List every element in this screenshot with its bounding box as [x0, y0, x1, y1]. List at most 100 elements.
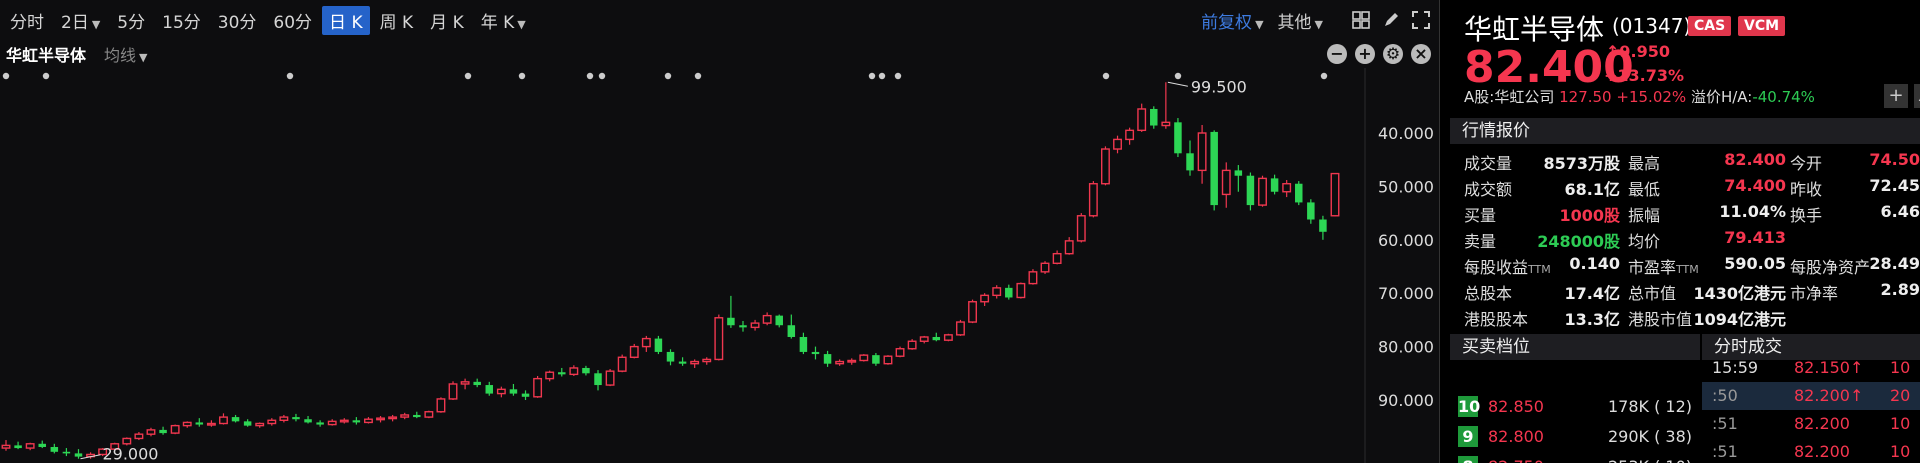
stats-row: 总股本 17.4亿 总市值 1430亿港元 市净率 2.89	[1450, 280, 1920, 306]
candle-body	[1174, 122, 1182, 154]
y-tick-label: 50.000	[1378, 177, 1434, 196]
period-tab-2[interactable]: 5分	[110, 6, 152, 35]
period-tab-1[interactable]: 2日 ▼	[54, 6, 107, 35]
stat-value: 79.413	[1724, 228, 1786, 247]
a-share-pct: +15.02%	[1616, 88, 1687, 106]
event-marker[interactable]	[1102, 72, 1110, 80]
event-marker[interactable]	[518, 72, 526, 80]
ma-label: 均线	[104, 46, 137, 65]
candle-body	[316, 422, 324, 425]
tick-row[interactable]: :51 82.200 10	[1702, 438, 1920, 463]
candle-body	[1125, 129, 1135, 141]
a-share-price: 127.50	[1559, 88, 1612, 106]
event-marker[interactable]	[2, 72, 10, 80]
event-marker[interactable]	[1320, 72, 1328, 80]
draw-pen-icon[interactable]	[1381, 10, 1401, 30]
a-share-label: A股:华虹公司	[1464, 88, 1555, 106]
candle-body	[38, 443, 46, 447]
candle-body	[1210, 131, 1218, 206]
candle-body	[811, 351, 820, 355]
event-marker[interactable]	[878, 72, 886, 80]
stat-label: 成交量	[1464, 150, 1512, 174]
tick-price: 82.200	[1794, 414, 1850, 433]
stat-label: 振幅	[1628, 202, 1660, 226]
tick-volume: 20	[1890, 386, 1911, 405]
period-tab-5[interactable]: 60分	[266, 6, 319, 35]
candle-body	[413, 414, 421, 418]
candle-body	[255, 422, 265, 427]
event-marker[interactable]	[286, 72, 294, 80]
period-tab-9[interactable]: 年 K ▼	[474, 6, 533, 35]
stat-label-text: 港股股本	[1464, 310, 1529, 329]
stat-value: 1094亿港元	[1693, 310, 1786, 329]
other-dropdown[interactable]: 其他 ▼	[1278, 8, 1323, 33]
candle-body	[1319, 219, 1327, 232]
event-marker[interactable]	[694, 72, 702, 80]
stat-value: 74.50	[1869, 150, 1920, 169]
period-tab-4[interactable]: 30分	[211, 6, 264, 35]
stat-value: 17.4亿	[1564, 284, 1620, 303]
bid-row[interactable]: 10 82.850 178K ( 12)	[1450, 392, 1700, 422]
period-tab-3[interactable]: 15分	[155, 6, 208, 35]
stats-row: 成交额 68.1亿 最低 74.400 昨收 72.45	[1450, 176, 1920, 202]
candle-body	[1052, 252, 1062, 264]
close-icon[interactable]: ×	[1411, 44, 1431, 64]
candle-body	[739, 325, 747, 328]
kline-chart[interactable]: 90.000 80.000 70.000 60.000 50.000 40.000 99.5…	[0, 68, 1440, 463]
event-marker[interactable]	[586, 72, 594, 80]
stat-label-text: 最高	[1628, 154, 1661, 173]
bid-volume: 253K ( 10)	[1574, 457, 1692, 463]
event-marker[interactable]	[42, 72, 50, 80]
tick-price: 82.200↑	[1794, 386, 1864, 405]
zoom-in-icon[interactable]: +	[1355, 44, 1375, 64]
candle-body	[907, 340, 917, 350]
candle-body	[835, 360, 845, 365]
candle-body	[485, 385, 494, 394]
candle-body	[762, 314, 772, 324]
add-watchlist-button[interactable]: +	[1884, 84, 1908, 108]
candle-body	[847, 359, 857, 363]
chevron-down-icon: ▼	[1314, 17, 1323, 31]
bid-level: 9	[1458, 426, 1478, 447]
period-tab-8[interactable]: 月 K	[423, 6, 471, 35]
event-marker[interactable]	[598, 72, 606, 80]
candle-body	[1258, 177, 1267, 206]
candle-body	[521, 393, 530, 397]
event-marker[interactable]	[894, 72, 902, 80]
tick-price: 82.200	[1794, 442, 1850, 461]
period-tab-6[interactable]: 日 K	[322, 5, 370, 35]
period-tab-0[interactable]: 分时	[3, 6, 51, 35]
alert-button[interactable]: ⚠	[1914, 84, 1920, 108]
candle-body	[690, 360, 700, 365]
stats-row: 卖量 248000股 均价 79.413	[1450, 228, 1920, 254]
candle-body	[1221, 169, 1231, 196]
tick-row[interactable]: :51 82.200 10	[1702, 410, 1920, 438]
grid-layout-icon[interactable]	[1351, 10, 1371, 30]
event-marker[interactable]	[868, 72, 876, 80]
event-marker[interactable]	[1174, 72, 1182, 80]
candle-body	[895, 348, 905, 357]
bid-row[interactable]: 9 82.800 290K ( 38)	[1450, 422, 1700, 452]
ma-dropdown[interactable]: 均线 ▼	[104, 42, 147, 66]
period-tab-7[interactable]: 周 K	[373, 6, 421, 35]
stats-row: 成交量 8573万股 最高 82.400 今开 74.50	[1450, 150, 1920, 176]
stat-label-text: 换手	[1790, 206, 1823, 225]
candle-body	[182, 421, 192, 427]
tick-row[interactable]: :50 82.200↑ 20	[1702, 382, 1920, 410]
bid-row[interactable]: 8 82.750 253K ( 10)	[1450, 452, 1700, 463]
candle-body	[509, 389, 518, 394]
event-marker[interactable]	[664, 72, 672, 80]
stat-label-text: 振幅	[1628, 206, 1661, 225]
y-tick-label: 80.000	[1378, 338, 1434, 357]
fullscreen-icon[interactable]	[1411, 10, 1431, 30]
adjust-dropdown[interactable]: 前复权 ▼	[1201, 8, 1263, 33]
candle-body	[267, 419, 277, 425]
event-marker[interactable]	[464, 72, 472, 80]
settings-gear-icon[interactable]: ⚙	[1383, 44, 1403, 64]
candle-body	[1101, 148, 1110, 185]
zoom-out-icon[interactable]: −	[1327, 44, 1347, 64]
tick-row[interactable]: 15:59 82.150↑ 10	[1702, 354, 1920, 382]
price-change: ↑9.950	[1606, 42, 1670, 61]
stat-label: 卖量	[1464, 228, 1496, 252]
stat-label-text: 均价	[1628, 232, 1661, 251]
